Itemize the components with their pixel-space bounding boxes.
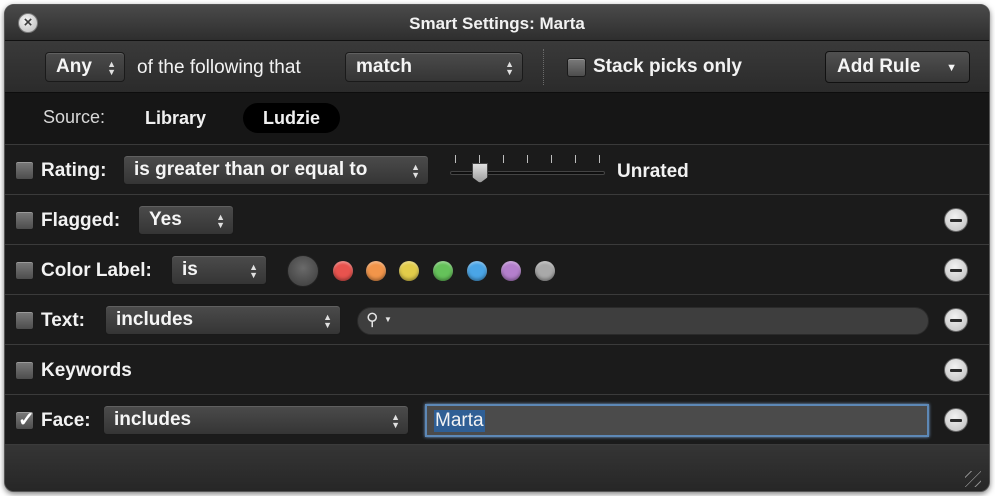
remove-text-rule-icon[interactable] xyxy=(944,308,968,332)
face-operator-value: includes xyxy=(114,409,192,430)
face-label: Face: xyxy=(41,410,91,431)
slider-tick xyxy=(551,155,552,163)
color-swatch-blue[interactable] xyxy=(467,261,487,281)
rule-row-flagged: Flagged: Yes ▲ ▼ xyxy=(5,195,989,245)
rating-operator-value: is greater than or equal to xyxy=(134,159,368,180)
face-operator-popup[interactable]: includes ▲ ▼ xyxy=(103,405,409,435)
match-toolbar: Any ▲ ▼ of the following that match ▲ ▼ St… xyxy=(5,41,989,93)
source-bar: Source: Library Ludzie xyxy=(5,93,989,145)
keywords-label: Keywords xyxy=(41,360,132,381)
rule-row-keywords: Keywords xyxy=(5,345,989,395)
color-swatch-gray[interactable] xyxy=(535,261,555,281)
slider-tick xyxy=(455,155,456,163)
face-name-value: Marta xyxy=(434,410,485,432)
rule-row-color-label: Color Label: is ▲ ▼ xyxy=(5,245,989,295)
color-swatch-orange[interactable] xyxy=(366,261,386,281)
rule-row-rating: Rating: is greater than or equal to ▲ ▼ U… xyxy=(5,145,989,195)
color-swatch-yellow[interactable] xyxy=(399,261,419,281)
source-label: Source: xyxy=(43,107,106,127)
updown-arrows-icon: ▲ ▼ xyxy=(249,262,258,280)
updown-arrows-icon: ▲ ▼ xyxy=(107,59,116,77)
flagged-checkbox[interactable] xyxy=(15,211,34,230)
slider-tick xyxy=(527,155,528,163)
flagged-value: Yes xyxy=(149,209,182,230)
color-swatch-red[interactable] xyxy=(333,261,353,281)
updown-arrows-icon: ▲ ▼ xyxy=(216,212,225,230)
color-label-checkbox[interactable] xyxy=(15,261,34,280)
remove-keywords-rule-icon[interactable] xyxy=(944,358,968,382)
rating-label: Rating: xyxy=(41,160,107,181)
source-option-ludzie[interactable]: Ludzie xyxy=(243,103,340,133)
rating-value: Unrated xyxy=(617,161,689,182)
updown-arrows-icon: ▲ ▼ xyxy=(505,59,514,77)
smart-settings-window: × Smart Settings: Marta Any ▲ ▼ of the fo… xyxy=(4,4,990,492)
keywords-checkbox[interactable] xyxy=(15,361,34,380)
dropdown-caret-icon: ▼ xyxy=(946,62,957,74)
add-rule-button[interactable]: Add Rule ▼ xyxy=(825,51,970,83)
slider-tick xyxy=(575,155,576,163)
color-none-swatch[interactable] xyxy=(287,255,319,287)
search-menu-caret-icon[interactable]: ▼ xyxy=(384,315,392,324)
updown-arrows-icon: ▲ ▼ xyxy=(411,162,420,180)
face-name-input[interactable]: Marta xyxy=(425,404,929,437)
flagged-value-popup[interactable]: Yes ▲ ▼ xyxy=(138,205,234,235)
updown-arrows-icon: ▲ ▼ xyxy=(323,312,332,330)
source-option-library[interactable]: Library xyxy=(125,103,226,133)
rating-slider-thumb[interactable] xyxy=(472,163,488,183)
connector-text: of the following that xyxy=(137,57,301,78)
title-bar: × Smart Settings: Marta xyxy=(5,5,989,41)
rating-checkbox[interactable] xyxy=(15,161,34,180)
text-search-input[interactable]: ⚲ ▼ xyxy=(357,307,929,335)
flagged-label: Flagged: xyxy=(41,210,121,231)
toolbar-separator xyxy=(543,49,544,85)
match-mode-popup[interactable]: match ▲ ▼ xyxy=(345,52,523,82)
resize-grip-icon[interactable] xyxy=(965,471,981,487)
text-label: Text: xyxy=(41,310,85,331)
text-checkbox[interactable] xyxy=(15,311,34,330)
add-rule-label: Add Rule xyxy=(837,56,921,77)
window-footer xyxy=(5,445,989,491)
color-label-label: Color Label: xyxy=(41,260,152,281)
remove-flagged-rule-icon[interactable] xyxy=(944,208,968,232)
quantifier-value: Any xyxy=(56,56,92,77)
color-swatch-green[interactable] xyxy=(433,261,453,281)
face-checkbox[interactable] xyxy=(15,407,35,432)
quantifier-popup[interactable]: Any ▲ ▼ xyxy=(45,52,125,82)
stack-picks-label: Stack picks only xyxy=(593,56,742,77)
remove-color-label-rule-icon[interactable] xyxy=(944,258,968,282)
updown-arrows-icon: ▲ ▼ xyxy=(391,412,400,430)
match-mode-value: match xyxy=(356,56,412,77)
color-label-operator-popup[interactable]: is ▲ ▼ xyxy=(171,255,267,285)
text-operator-popup[interactable]: includes ▲ ▼ xyxy=(105,305,341,335)
remove-face-rule-icon[interactable] xyxy=(944,408,968,432)
slider-tick xyxy=(599,155,600,163)
window-title: Smart Settings: Marta xyxy=(409,14,585,33)
color-swatch-purple[interactable] xyxy=(501,261,521,281)
color-label-operator-value: is xyxy=(182,259,198,280)
magnifier-icon[interactable]: ⚲ xyxy=(366,310,378,330)
text-operator-value: includes xyxy=(116,309,194,330)
slider-tick xyxy=(503,155,504,163)
slider-tick xyxy=(479,155,480,163)
rating-operator-popup[interactable]: is greater than or equal to ▲ ▼ xyxy=(123,155,429,185)
rule-row-text: Text: includes ▲ ▼ ⚲ ▼ xyxy=(5,295,989,345)
rule-row-face: Face: includes ▲▼ Marta xyxy=(5,395,989,445)
stack-picks-checkbox[interactable] xyxy=(567,58,586,77)
